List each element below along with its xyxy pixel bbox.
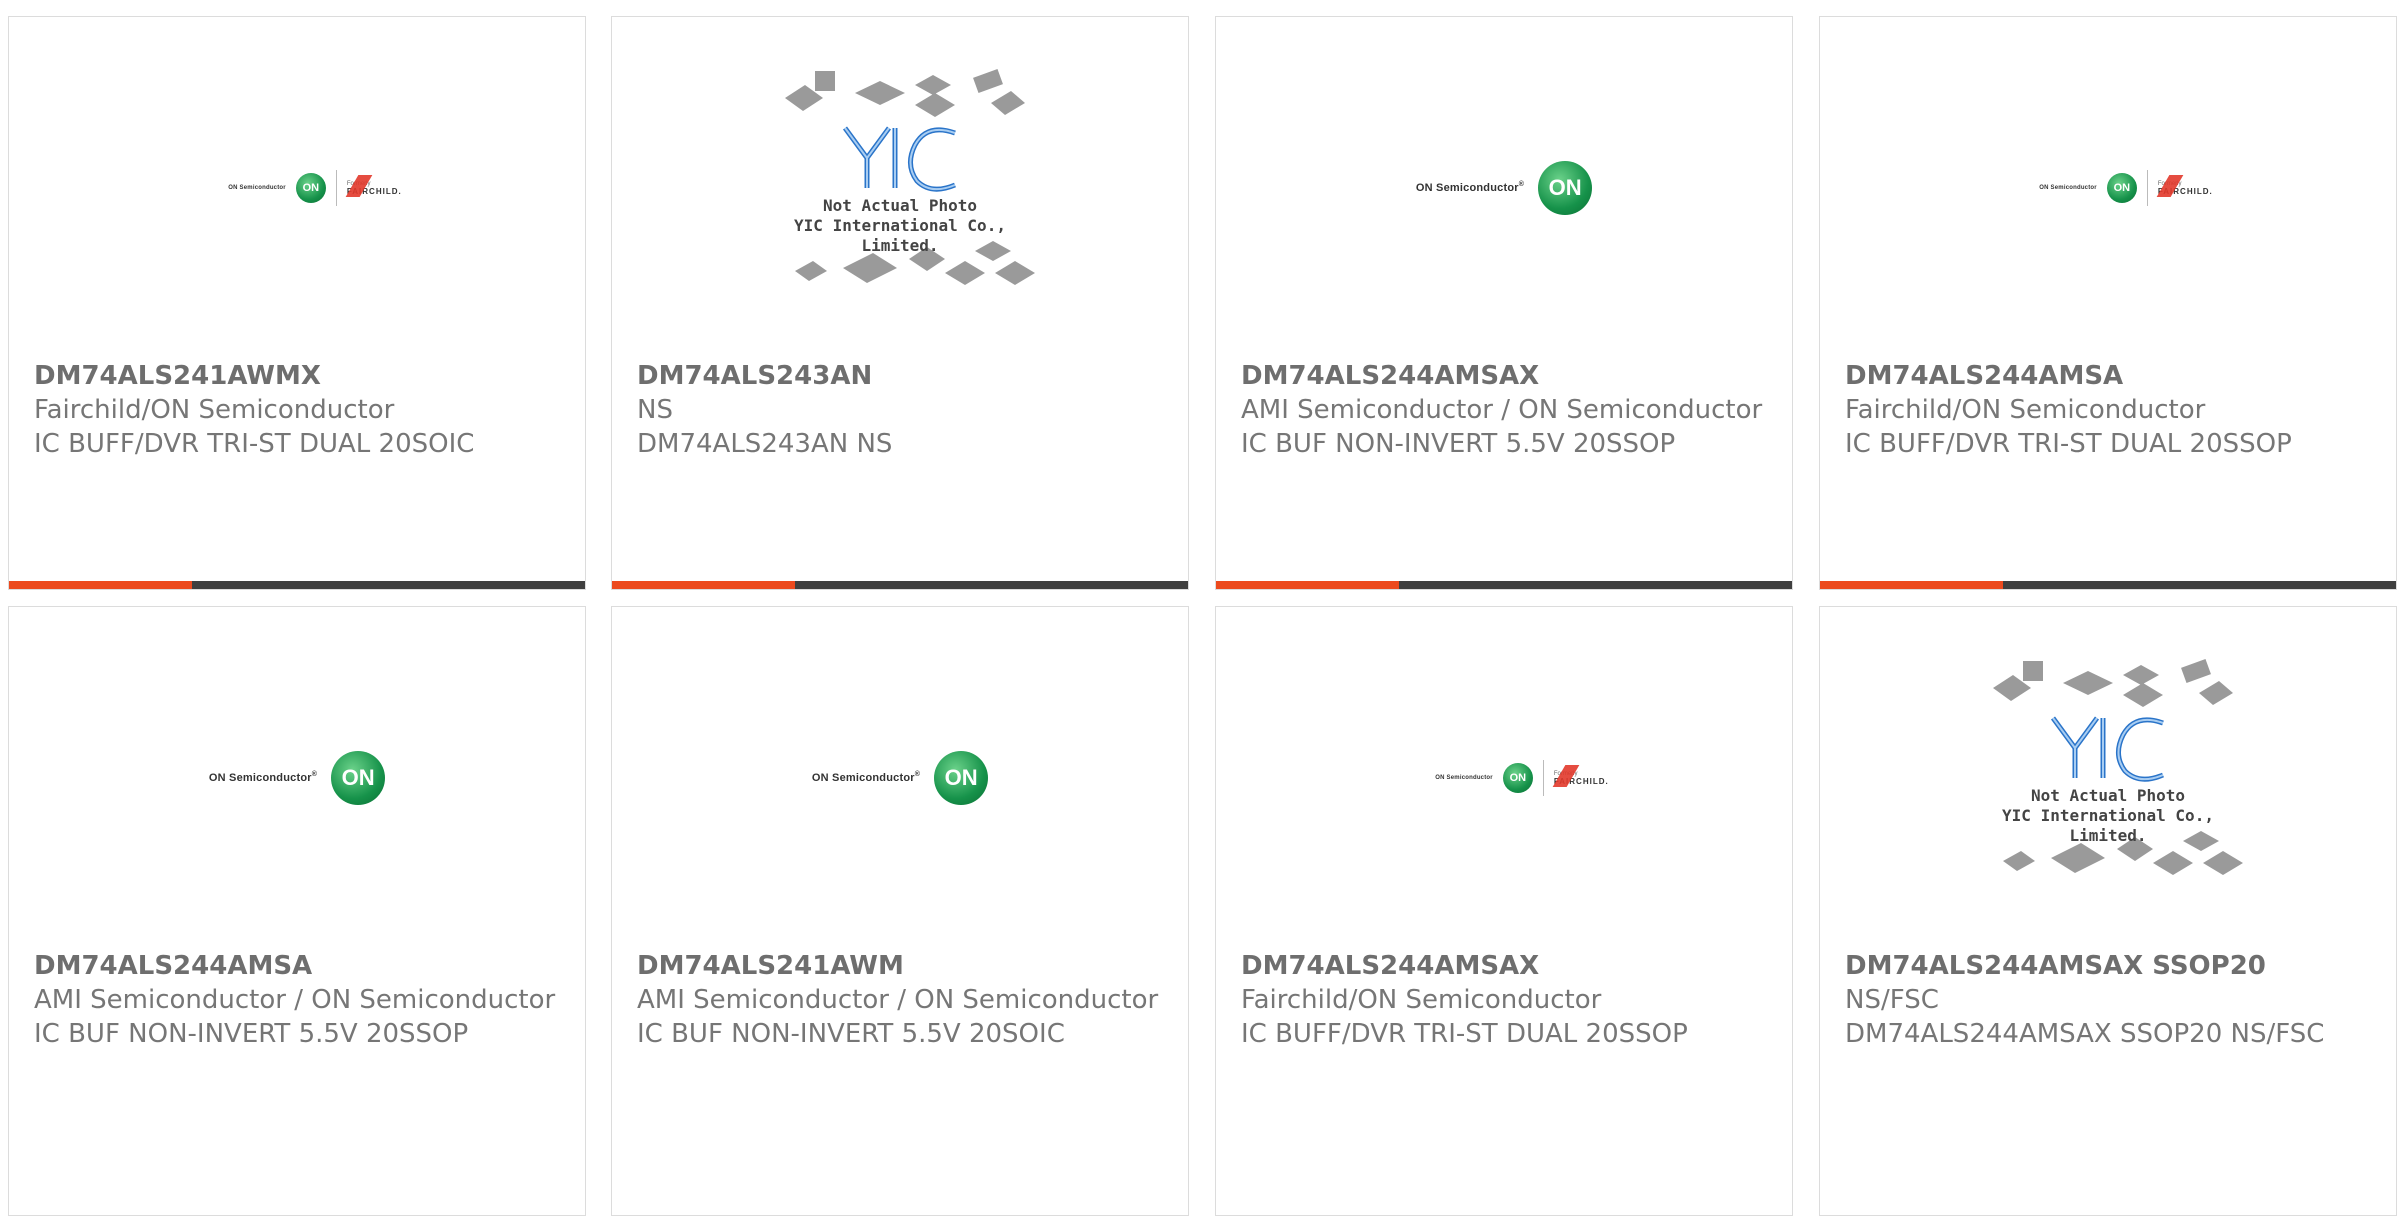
product-info: DM74ALS241AWM AMI Semiconductor / ON Sem… xyxy=(637,949,1174,1051)
manufacturer: NS/FSC xyxy=(1845,985,1939,1015)
product-info: DM74ALS244AMSAX SSOP20 NS/FSC DM74ALS244… xyxy=(1845,949,2382,1051)
part-number[interactable]: DM74ALS241AWMX xyxy=(34,359,571,393)
logo-divider xyxy=(1542,760,1544,796)
logo-divider xyxy=(335,170,337,206)
logo-text: ON Semiconductor xyxy=(208,772,312,784)
part-number[interactable]: DM74ALS241AWM xyxy=(637,949,1174,983)
product-image[interactable]: ON Semiconductor ON Formerly FAIRCHILD. xyxy=(1216,607,1792,949)
on-circle-icon: ON xyxy=(934,751,989,805)
yic-caption-2: YIC International Co., Limited. xyxy=(794,216,1006,255)
logo-text: ON Semiconductor xyxy=(1435,775,1493,781)
product-info: DM74ALS241AWMX Fairchild/ON Semiconducto… xyxy=(34,359,571,461)
product-image[interactable]: ON Semiconductor ® ON xyxy=(612,607,1188,949)
yic-caption-1: Not Actual Photo xyxy=(2030,786,2186,805)
part-number[interactable]: DM74ALS244AMSA xyxy=(1845,359,2382,393)
product-image[interactable]: Not Actual Photo YIC International Co., … xyxy=(1820,607,2396,949)
chip-packages-icon xyxy=(785,69,1035,285)
product-info: DM74ALS244AMSAX Fairchild/ON Semiconduct… xyxy=(1241,949,1778,1051)
on-circle-icon: ON xyxy=(331,751,386,805)
product-card[interactable]: ON Semiconductor ON Formerly FAIRCHILD. … xyxy=(1819,16,2397,590)
product-info: DM74ALS244AMSA Fairchild/ON Semiconducto… xyxy=(1845,359,2382,461)
manufacturer: Fairchild/ON Semiconductor xyxy=(1845,395,2206,425)
product-card[interactable]: Not Actual Photo YIC International Co., … xyxy=(1819,606,2397,1216)
part-number[interactable]: DM74ALS244AMSAX SSOP20 xyxy=(1845,949,2382,983)
product-image[interactable]: ON Semiconductor ® ON xyxy=(1216,17,1792,359)
description: IC BUFF/DVR TRI-ST DUAL 20SSOP xyxy=(1845,429,2292,459)
logo-mark: ON xyxy=(2113,182,2131,194)
logo-mark: ON xyxy=(302,182,320,194)
part-number[interactable]: DM74ALS244AMSA xyxy=(34,949,571,983)
logo-mark: ON xyxy=(341,765,375,790)
logo-mark: ON xyxy=(1509,772,1527,784)
part-number[interactable]: DM74ALS244AMSAX xyxy=(1241,949,1778,983)
manufacturer: Fairchild/ON Semiconductor xyxy=(34,395,395,425)
product-card[interactable]: ON Semiconductor ® ON DM74ALS241AWM AMI … xyxy=(611,606,1189,1216)
part-number[interactable]: DM74ALS243AN xyxy=(637,359,1174,393)
logo-text: ON Semiconductor xyxy=(1415,182,1519,194)
logo-mark: ON xyxy=(944,765,978,790)
manufacturer: NS xyxy=(637,395,673,425)
card-accent xyxy=(1216,581,1399,589)
on-fairchild-logo: ON Semiconductor ON Formerly FAIRCHILD. xyxy=(228,170,401,206)
logo-text: ON Semiconductor xyxy=(228,185,286,191)
product-image[interactable]: ON Semiconductor ON Formerly FAIRCHILD. xyxy=(9,17,585,359)
registered-mark: ® xyxy=(1518,180,1525,188)
description: IC BUF NON-INVERT 5.5V 20SSOP xyxy=(1241,429,1676,459)
product-image[interactable]: ON Semiconductor ON Formerly FAIRCHILD. xyxy=(1820,17,2396,359)
product-card[interactable]: ON Semiconductor ® ON DM74ALS244AMSAX AM… xyxy=(1215,16,1793,590)
on-fairchild-logo: ON Semiconductor ON Formerly FAIRCHILD. xyxy=(2039,170,2212,206)
yic-caption-2: YIC International Co., Limited. xyxy=(2002,806,2214,845)
description: DM74ALS244AMSAX SSOP20 NS/FSC xyxy=(1845,1019,2325,1049)
logo-text: ON Semiconductor xyxy=(811,772,915,784)
product-card[interactable]: ON Semiconductor ® ON DM74ALS244AMSA AMI… xyxy=(8,606,586,1216)
product-image[interactable]: Not Actual Photo YIC International Co., … xyxy=(612,17,1188,359)
on-circle-icon: ON xyxy=(295,173,326,203)
card-bottom-bar xyxy=(1820,581,2396,589)
description: IC BUFF/DVR TRI-ST DUAL 20SSOP xyxy=(1241,1019,1688,1049)
card-accent xyxy=(612,581,795,589)
manufacturer: AMI Semiconductor / ON Semiconductor xyxy=(637,985,1159,1015)
product-image[interactable]: ON Semiconductor ® ON xyxy=(9,607,585,949)
yic-placeholder-logo: Not Actual Photo YIC International Co., … xyxy=(1963,653,2253,903)
manufacturer: AMI Semiconductor / ON Semiconductor xyxy=(34,985,556,1015)
chip-packages-icon xyxy=(1993,659,2243,875)
product-info: DM74ALS244AMSAX AMI Semiconductor / ON S… xyxy=(1241,359,1778,461)
card-bottom-bar xyxy=(612,581,1188,589)
card-accent xyxy=(1820,581,2003,589)
on-semi-logo: ON Semiconductor ® ON xyxy=(1415,161,1593,215)
on-circle-icon: ON xyxy=(1502,763,1533,793)
registered-mark: ® xyxy=(311,770,318,778)
manufacturer: AMI Semiconductor / ON Semiconductor xyxy=(1241,395,1763,425)
manufacturer: Fairchild/ON Semiconductor xyxy=(1241,985,1602,1015)
registered-mark: ® xyxy=(914,770,921,778)
on-circle-icon: ON xyxy=(1538,161,1593,215)
logo-text: ON Semiconductor xyxy=(2039,185,2097,191)
description: IC BUF NON-INVERT 5.5V 20SSOP xyxy=(34,1019,469,1049)
product-info: DM74ALS243AN NS DM74ALS243AN NS xyxy=(637,359,1174,461)
on-circle-icon: ON xyxy=(2106,173,2137,203)
description: DM74ALS243AN NS xyxy=(637,429,893,459)
card-bottom-bar xyxy=(9,581,585,589)
on-semi-logo: ON Semiconductor ® ON xyxy=(811,751,989,805)
product-card[interactable]: ON Semiconductor ON Formerly FAIRCHILD. … xyxy=(1215,606,1793,1216)
on-fairchild-logo: ON Semiconductor ON Formerly FAIRCHILD. xyxy=(1435,760,1608,796)
description: IC BUFF/DVR TRI-ST DUAL 20SOIC xyxy=(34,429,475,459)
product-card[interactable]: ON Semiconductor ON Formerly FAIRCHILD. … xyxy=(8,16,586,590)
product-card[interactable]: Not Actual Photo YIC International Co., … xyxy=(611,16,1189,590)
product-info: DM74ALS244AMSA AMI Semiconductor / ON Se… xyxy=(34,949,571,1051)
part-number[interactable]: DM74ALS244AMSAX xyxy=(1241,359,1778,393)
card-accent xyxy=(9,581,192,589)
card-bottom-bar xyxy=(1216,581,1792,589)
description: IC BUF NON-INVERT 5.5V 20SOIC xyxy=(637,1019,1065,1049)
on-semi-logo: ON Semiconductor ® ON xyxy=(208,751,386,805)
product-grid: ON Semiconductor ON Formerly FAIRCHILD. … xyxy=(0,0,2400,1216)
yic-caption-1: Not Actual Photo xyxy=(822,196,978,215)
yic-placeholder-logo: Not Actual Photo YIC International Co., … xyxy=(755,63,1045,313)
logo-mark: ON xyxy=(1548,175,1582,200)
logo-divider xyxy=(2146,170,2148,206)
